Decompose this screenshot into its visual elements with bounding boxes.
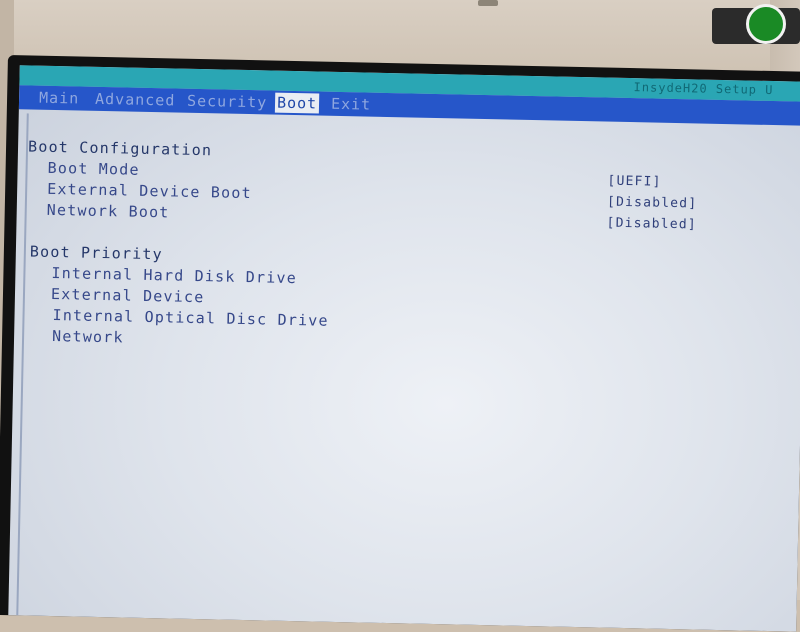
setting-network-boot-value[interactable]: [Disabled] [606, 216, 697, 233]
section-heading-boot-configuration: Boot Configuration [27, 137, 213, 160]
setting-boot-mode[interactable]: Boot Mode [47, 159, 139, 179]
tab-boot[interactable]: Boot [274, 92, 320, 114]
content-divider [16, 113, 29, 616]
tab-exit[interactable]: Exit [329, 94, 374, 115]
power-indicator-icon [746, 4, 786, 44]
boot-priority-item[interactable]: External Device [51, 285, 205, 306]
section-heading-boot-priority: Boot Priority [29, 242, 164, 264]
setting-external-device-boot[interactable]: External Device Boot [47, 180, 252, 202]
boot-priority-item[interactable]: Network [52, 327, 124, 346]
laptop-screen-frame: InsydeH20 Setup U Main Advanced Security… [0, 55, 800, 632]
bezel-hinge [478, 0, 498, 6]
tab-advanced[interactable]: Advanced [93, 89, 178, 111]
boot-priority-item[interactable]: Internal Optical Disc Drive [52, 306, 329, 330]
setting-external-device-boot-value[interactable]: [Disabled] [607, 195, 698, 212]
setting-boot-mode-value[interactable]: [UEFI] [607, 174, 661, 190]
bios-brand: InsydeH20 Setup U [633, 80, 774, 98]
setting-network-boot[interactable]: Network Boot [47, 201, 170, 222]
bios-screen: InsydeH20 Setup U Main Advanced Security… [8, 65, 800, 632]
boot-priority-item[interactable]: Internal Hard Disk Drive [51, 264, 297, 287]
tab-main[interactable]: Main [37, 88, 82, 109]
tab-security[interactable]: Security [185, 91, 270, 113]
